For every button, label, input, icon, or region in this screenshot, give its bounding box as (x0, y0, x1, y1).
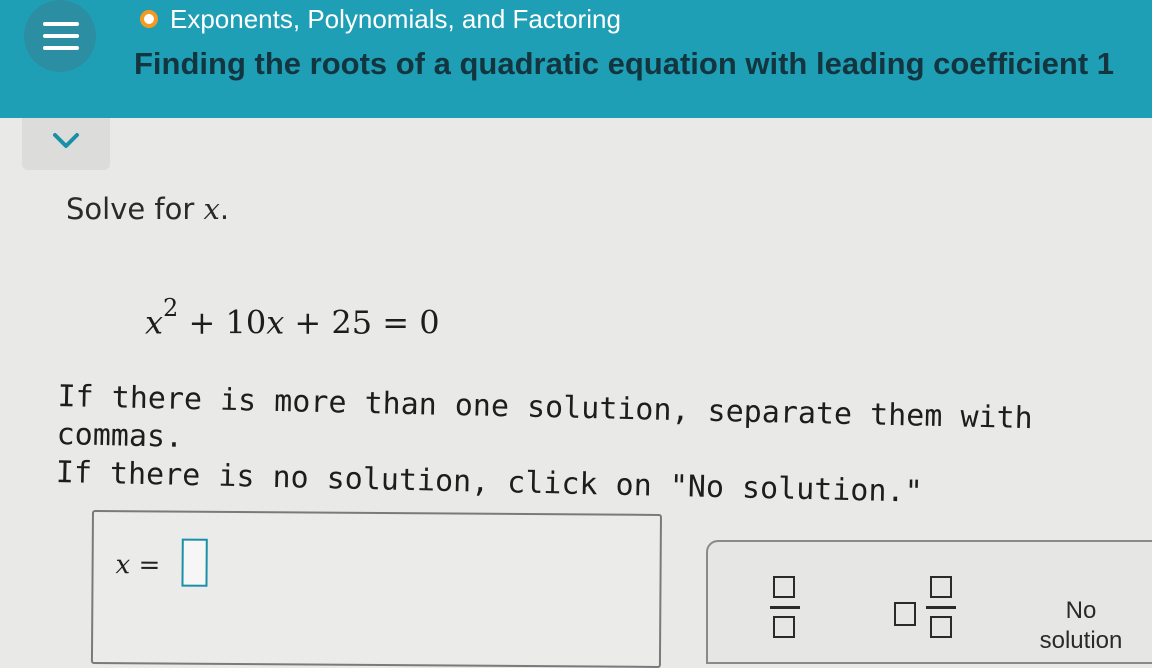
header-bar: Exponents, Polynomials, and Factoring Fi… (0, 0, 1152, 118)
answer-input[interactable] (181, 538, 208, 587)
no-solution-button[interactable]: No solution (1026, 596, 1136, 656)
fraction-button[interactable] (770, 576, 800, 648)
eq-exponent: 2 (163, 294, 179, 322)
answer-panel: x = (90, 510, 662, 668)
mixed-number-button[interactable] (894, 576, 964, 648)
topic-label: Exponents, Polynomials, and Factoring (170, 3, 621, 34)
equation: x2 + 10x + 25 = 0 (145, 294, 440, 342)
eq-rhs: 0 (419, 303, 440, 342)
answer-equals: = (130, 550, 169, 581)
menu-button[interactable] (24, 0, 96, 72)
eq-op1: + (188, 303, 216, 342)
topic-status-icon (140, 10, 158, 28)
answer-variable: x (115, 550, 131, 581)
prompt-text: Solve for (66, 192, 204, 226)
problem-prompt: Solve for x. (66, 192, 229, 226)
eq-equals: = (382, 303, 410, 342)
page-title: Finding the roots of a quadratic equatio… (134, 46, 1114, 81)
prompt-period: . (219, 192, 230, 226)
eq-term2-var: x (266, 303, 285, 342)
chevron-down-icon (53, 133, 79, 148)
prompt-variable: x (203, 192, 220, 226)
eq-op2: + (294, 303, 322, 342)
keypad-panel: No solution (706, 540, 1152, 664)
instructions: If there is more than one solution, sepa… (55, 378, 1137, 516)
eq-term2-coef: 10 (225, 303, 267, 342)
collapse-toggle[interactable] (22, 118, 110, 170)
topic-row: Exponents, Polynomials, and Factoring (140, 4, 621, 34)
eq-term3: 25 (331, 303, 373, 342)
eq-term1-var: x (145, 303, 164, 342)
answer-label: x = (116, 550, 169, 580)
